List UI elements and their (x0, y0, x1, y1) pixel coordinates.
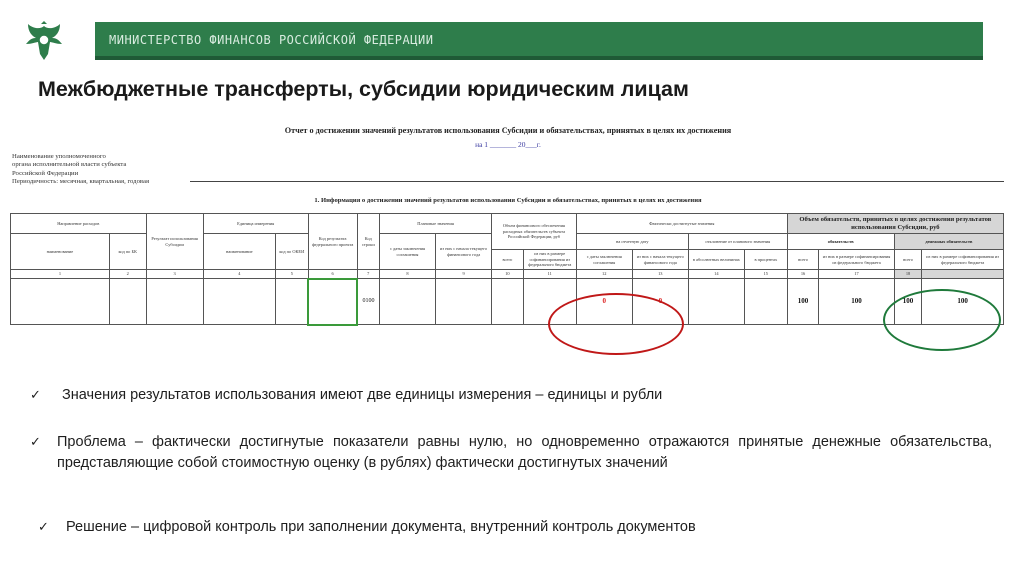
cell-empty (378, 278, 437, 325)
header-bar: МИНИСТЕРСТВО ФИНАНСОВ РОССИЙСКОЙ ФЕДЕРАЦ… (95, 22, 983, 60)
document-date-line: на 1 _______ 20___г. (475, 140, 541, 149)
header-okei: код по ОКЕИ (275, 233, 309, 270)
header-obligations: Объем обязательств, принятых в целях дос… (786, 213, 1005, 234)
checkmark-icon: ✓ (30, 435, 41, 450)
cell-empty (491, 278, 524, 325)
column-number: 1 (10, 269, 110, 279)
header-money-total: всего (893, 249, 923, 270)
header-obl-total: всего (786, 249, 820, 270)
column-number: 13 (631, 269, 689, 279)
column-number: 3 (145, 269, 204, 279)
column-number: 2 (108, 269, 147, 279)
column-number (921, 269, 1004, 279)
column-number: 17 (818, 269, 895, 279)
org-name: МИНИСТЕРСТВО ФИНАНСОВ РОССИЙСКОЙ ФЕДЕРАЦ… (109, 33, 434, 47)
cell-empty (275, 278, 309, 325)
cell-empty (743, 278, 788, 325)
bullet-item: ✓ Проблема – фактически достигнутые пока… (30, 432, 992, 474)
cell-empty (435, 278, 493, 325)
bullet-text: Проблема – фактически достигнутые показа… (57, 434, 992, 471)
column-number: 14 (687, 269, 745, 279)
green-highlight-ellipse (883, 289, 1001, 351)
double-headed-eagle-icon (26, 21, 62, 60)
bullet-item: ✓ Значения результатов использования име… (30, 385, 990, 406)
header-row-code: Код строки (356, 213, 380, 270)
bullet-text: Значения результатов использования имеют… (62, 387, 663, 403)
header-obl-group: обязательств (786, 233, 895, 250)
header-plan-agreement: с даты заключения соглашения (378, 233, 437, 270)
header-bk-code: код по БК (108, 233, 147, 270)
left-line: Периодичность: месячная, квартальная, го… (12, 178, 150, 186)
header-deviation-pct: в процентах (743, 249, 788, 270)
cell-empty (10, 278, 110, 325)
header-obl-federal: из них в размере софинансирования из фед… (818, 249, 895, 270)
cell-empty (202, 278, 277, 325)
cell-result-code (307, 277, 359, 326)
column-number: 4 (202, 269, 277, 279)
checkmark-icon: ✓ (30, 388, 41, 403)
left-line: Наименование уполномоченного (12, 153, 106, 160)
column-number: 9 (435, 269, 493, 279)
bullet-item: ✓ Решение – цифровой контроль при заполн… (38, 517, 988, 538)
left-line: органа исполнительной власти субъекта (12, 161, 127, 169)
cell-empty (145, 278, 204, 325)
report-document: Отчет о достижении значений результатов … (10, 120, 1006, 350)
header-financing: Объем финансового обеспечения расходных … (491, 213, 577, 250)
header-money-group: денежных обязательств (893, 233, 1005, 250)
header-money-federal: из них в размере софинансирования из фед… (921, 249, 1004, 270)
column-number: 18 (893, 269, 923, 279)
header-deviation: отклонение от планового значения (687, 233, 788, 250)
cell-empty (108, 278, 147, 325)
header-actual-year: из них с начала текущего финансового год… (631, 249, 689, 270)
header-actual: Фактически достигнутые значения (575, 213, 788, 234)
header-name: наименование (10, 233, 110, 270)
cell-empty (687, 278, 745, 325)
header-plan-year: из них с начала текущего финансового год… (435, 233, 493, 270)
column-numbers-row: 1 2 3 4 5 6 7 8 9 10 11 12 13 14 15 16 1… (10, 269, 1004, 279)
column-number: 12 (575, 269, 633, 279)
header-unit-name: наименование (202, 233, 277, 270)
header-result-code: Код результата федерального проекта (307, 213, 358, 270)
checkmark-icon: ✓ (38, 520, 49, 535)
column-number: 6 (307, 269, 358, 279)
red-highlight-ellipse (548, 293, 684, 355)
header-actual-date: на отчетную дату (575, 233, 689, 250)
column-number: 8 (378, 269, 437, 279)
column-number: 5 (275, 269, 309, 279)
header-deviation-abs: в абсолютных величинах (687, 249, 745, 270)
column-number: 10 (491, 269, 524, 279)
header-result: Результат использования Субсидии (145, 213, 204, 270)
column-number: 15 (743, 269, 788, 279)
column-number: 11 (522, 269, 577, 279)
divider (190, 181, 1004, 182)
header-fin-total: всего (491, 249, 524, 270)
document-title: Отчет о достижении значений результатов … (284, 126, 732, 135)
column-number: 7 (356, 269, 380, 279)
cell-row-code: 0100 (356, 278, 380, 325)
cell-obl-total: 100 (786, 278, 820, 325)
report-table: Направление расходов Результат использов… (10, 213, 1005, 326)
header-actual-agreement: с даты заключения соглашения (575, 249, 633, 270)
section-title: 1. Информация о достижении значений резу… (314, 197, 702, 204)
table-row: 0100 0 0 100 100 100 100 (10, 277, 1004, 326)
bullet-text: Решение – цифровой контроль при заполнен… (66, 519, 696, 535)
slide-title: Межбюджетные трансферты, субсидии юридич… (38, 77, 689, 101)
column-number: 16 (786, 269, 820, 279)
document-left-block: Наименование уполномоченного органа испо… (12, 153, 149, 187)
left-line: Российской Федерации (12, 169, 79, 177)
header-direction: Направление расходов (10, 213, 147, 234)
header-plan-values: Плановые значения (378, 213, 493, 234)
header-unit: Единица измерения (202, 213, 309, 234)
header-fin-federal: из них в размере софинансирования из фед… (522, 249, 577, 270)
